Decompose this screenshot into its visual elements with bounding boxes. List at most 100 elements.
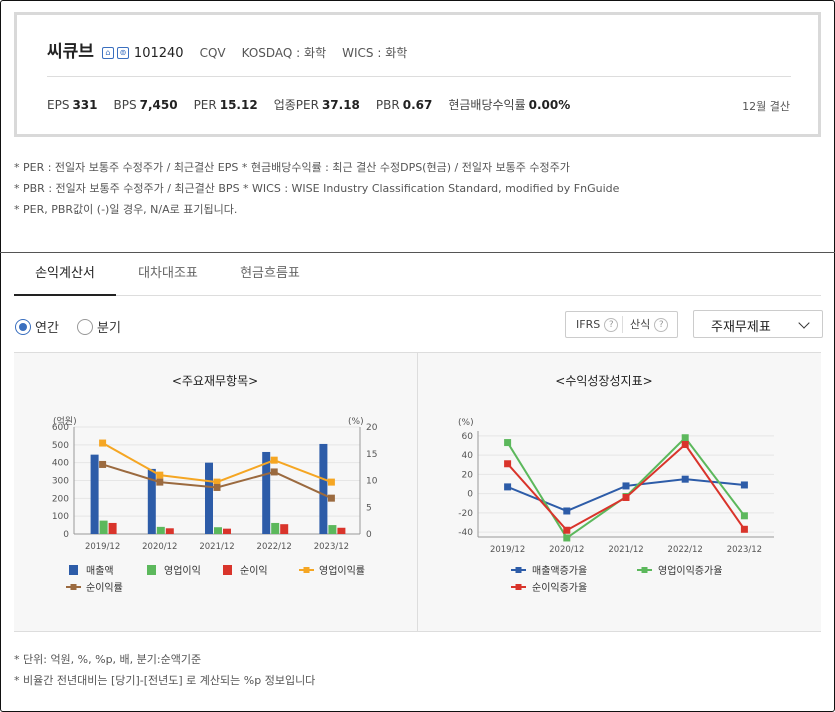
legend-label: 영업이익증가율 — [658, 564, 722, 577]
bar-영업이익 — [328, 525, 337, 534]
chevron-down-icon — [798, 317, 810, 329]
point-순이익률 — [213, 483, 221, 491]
radio-quarterly-label: 분기 — [97, 321, 121, 336]
y-tick-label: 60 — [462, 432, 474, 442]
point-매출액증가율 — [563, 507, 571, 515]
right-tick-label: 10 — [366, 477, 378, 487]
note-line: * PER : 전일자 보통주 수정주가 / 최근결산 EPS * 현금배당수익… — [14, 161, 570, 174]
legend-label: 순이익 — [240, 565, 268, 577]
indicator-eps: EPS 331 — [47, 98, 98, 112]
left-tick-label: 600 — [52, 423, 69, 433]
bar-영업이익 — [99, 520, 108, 534]
x-tick-label: 2023/12 — [727, 545, 762, 555]
indicator-bps: BPS 7,450 — [113, 98, 178, 112]
market-info: KOSDAQ : 화학 — [241, 46, 327, 60]
growth-indicators-chart: <수익성장성지표> (%) -40 -20 0 20 40 60 2019/12 2020/12 2… — [458, 374, 774, 594]
eng-name: CQV — [199, 46, 226, 60]
help-icon[interactable]: ? — [654, 317, 669, 332]
company-name: 씨큐브 — [47, 42, 94, 62]
tab-income-statement[interactable]: 손익계산서 — [14, 254, 116, 296]
tab-balance-sheet[interactable]: 대차대조표 — [118, 254, 218, 296]
chart-title: <주요재무항목> — [172, 374, 258, 388]
point-영업이익증가율 — [504, 439, 512, 447]
legend-label: 매출액증가율 — [532, 565, 587, 577]
footnotes: * 단위: 억원, %, %p, 배, 분기:순액기준 * 비율간 전년대비는 … — [14, 649, 315, 691]
note-line: * PBR : 전일자 보통주 수정주가 / 최근결산 BPS * WICS :… — [14, 182, 620, 195]
bar-영업이익 — [271, 522, 280, 534]
legend-swatch — [147, 565, 156, 575]
indicator-industry-per: 업종PER 37.18 — [273, 98, 360, 112]
tab-cash-flow[interactable]: 현금흐름표 — [220, 254, 320, 296]
summary-divider — [47, 76, 791, 77]
bar-순이익 — [280, 524, 289, 534]
point-영업이익증가율 — [681, 434, 689, 442]
bar-매출액 — [205, 462, 213, 534]
point-순이익증가율 — [740, 525, 748, 533]
y-tick-label: 0 — [467, 490, 473, 500]
x-tick-label: 2023/12 — [314, 542, 349, 552]
x-tick-label: 2021/12 — [199, 542, 234, 552]
point-영업이익증가율 — [563, 534, 571, 542]
right-tick-label: 20 — [366, 423, 378, 433]
point-순이익증가율 — [563, 526, 571, 534]
bar-순이익 — [223, 528, 231, 534]
bar-순이익 — [337, 527, 346, 534]
left-tick-label: 0 — [63, 530, 69, 540]
legend-label: 순이익증가율 — [532, 582, 587, 594]
y-tick-label: 40 — [462, 451, 474, 461]
legend-swatch — [223, 565, 232, 575]
legend-swatch — [70, 584, 77, 590]
point-매출액증가율 — [740, 481, 748, 489]
legend-label: 영업이익 — [164, 564, 201, 577]
legend-label: 영업이익률 — [319, 564, 365, 577]
ir-icon[interactable]: ⊚ — [116, 47, 129, 59]
section-divider — [0, 252, 835, 253]
point-매출액증가율 — [622, 482, 630, 490]
legend-swatch — [303, 567, 310, 573]
note-line: * PER, PBR값이 (-)일 경우, N/A로 표기됩니다. — [14, 203, 238, 216]
indicator-per: PER 15.12 — [193, 98, 258, 112]
company-summary: 씨큐브 ⌂ ⊚ 101240 CQV KOSDAQ : 화학 WICS : 화학… — [14, 12, 821, 137]
left-tick-label: 200 — [52, 494, 69, 504]
point-영업이익률 — [270, 456, 278, 464]
left-tick-label: 500 — [52, 441, 69, 451]
x-tick-label: 2022/12 — [668, 545, 703, 555]
bar-영업이익 — [214, 527, 222, 534]
ifrs-option[interactable]: IFRS ? — [576, 312, 619, 337]
point-매출액증가율 — [504, 483, 512, 491]
point-순이익증가율 — [622, 493, 630, 501]
left-tick-label: 400 — [52, 459, 69, 469]
standard-options: IFRS ? 산식 ? — [565, 311, 678, 338]
footnote-line: * 비율간 전년대비는 [당기]-[전년도] 로 계산되는 %p 정보입니다 — [14, 674, 316, 687]
y-axis-unit: (%) — [458, 418, 474, 428]
statement-type-select[interactable]: 주재무제표 — [693, 310, 823, 338]
x-tick-label: 2022/12 — [257, 542, 292, 552]
y-tick-label: -40 — [458, 528, 473, 538]
formula-option[interactable]: 산식 ? — [630, 312, 669, 337]
help-icon[interactable]: ? — [604, 317, 619, 332]
legend-swatch — [515, 584, 522, 590]
right-tick-label: 5 — [366, 503, 372, 513]
option-separator — [622, 316, 623, 333]
point-순이익증가율 — [681, 440, 689, 448]
wics-info: WICS : 화학 — [342, 46, 408, 60]
right-tick-label: 15 — [366, 450, 377, 460]
legend-swatch — [641, 567, 648, 573]
radio-annual[interactable]: 연간 — [15, 317, 59, 336]
right-tick-label: 0 — [366, 530, 372, 540]
point-영업이익증가율 — [740, 512, 748, 520]
radio-unchecked-icon — [77, 318, 93, 335]
point-순이익률 — [156, 478, 164, 486]
definition-notes: * PER : 전일자 보통주 수정주가 / 최근결산 EPS * 현금배당수익… — [14, 157, 619, 220]
radio-quarterly[interactable]: 분기 — [77, 317, 121, 336]
bar-순이익 — [108, 522, 117, 534]
indicator-pbr: PBR 0.67 — [375, 98, 433, 112]
point-순이익률 — [270, 468, 278, 476]
point-순이익률 — [327, 494, 335, 502]
right-axis-unit: (%) — [348, 417, 364, 427]
bar-영업이익 — [156, 526, 165, 534]
home-icon[interactable]: ⌂ — [101, 47, 114, 59]
x-tick-label: 2020/12 — [142, 542, 177, 552]
x-tick-label: 2020/12 — [549, 545, 584, 555]
chart-title: <수익성장성지표> — [555, 374, 652, 388]
